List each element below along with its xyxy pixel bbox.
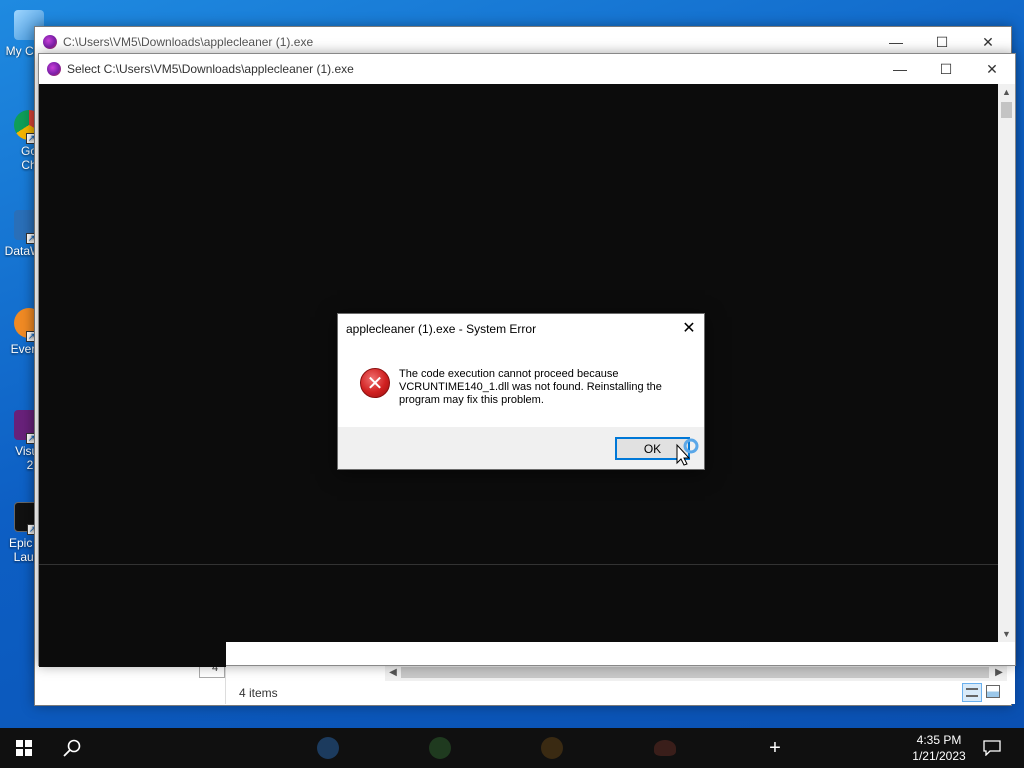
console-titlebar[interactable]: Select C:\Users\VM5\Downloads\appleclean… (39, 54, 1015, 84)
console-bottom-strip (39, 642, 226, 667)
taskbar-app-h[interactable] (313, 728, 343, 768)
error-x-icon: ✕ (360, 368, 390, 398)
app-bird-icon (654, 740, 676, 756)
scrollbar-thumb[interactable] (401, 667, 989, 678)
vertical-scrollbar[interactable]: ▲ ▼ (998, 84, 1015, 642)
taskbar-app-circle[interactable] (425, 728, 455, 768)
scroll-down-icon[interactable]: ▼ (998, 626, 1015, 642)
clock-date: 1/21/2023 (912, 749, 966, 763)
taskbar: + 4:35 PM 1/21/2023 (0, 728, 1024, 768)
status-item-count: 4 items (239, 686, 278, 700)
taskbar-clock[interactable]: 4:35 PM 1/21/2023 (905, 732, 973, 764)
large-icons-view-button[interactable] (986, 685, 1000, 698)
notification-icon (983, 740, 1001, 756)
horizontal-scrollbar[interactable]: ◀ ▶ (385, 664, 1007, 681)
scroll-right-icon[interactable]: ▶ (991, 664, 1007, 681)
windows-start-icon (16, 740, 32, 756)
dialog-close-button[interactable]: ✕ (674, 314, 704, 342)
search-icon (63, 739, 81, 757)
details-view-button[interactable] (962, 683, 982, 702)
search-button[interactable] (48, 728, 96, 768)
desktop-icon-label: Ever (10, 342, 36, 356)
taskbar-app-bird[interactable] (650, 728, 680, 768)
taskbar-new-button[interactable]: + (760, 728, 790, 768)
dialog-title: applecleaner (1).exe - System Error (346, 322, 537, 336)
apple-app-icon (43, 35, 57, 49)
dialog-message: The code execution cannot proceed becaus… (399, 368, 662, 406)
dialog-footer: OK (338, 427, 704, 469)
app-circle-icon (429, 737, 451, 759)
taskbar-app-a[interactable] (537, 728, 567, 768)
clock-time: 4:35 PM (916, 733, 962, 747)
app-h-icon (317, 737, 339, 759)
system-error-dialog: applecleaner (1).exe - System Error ✕ ✕ … (337, 313, 705, 470)
start-button[interactable] (0, 728, 48, 768)
scroll-left-icon[interactable]: ◀ (385, 664, 401, 681)
maximize-button[interactable]: ☐ (923, 54, 969, 84)
apple-app-icon (47, 62, 61, 76)
details-view-icon (966, 688, 978, 697)
busy-cursor-icon (676, 438, 699, 466)
scrollbar-thumb[interactable] (1001, 102, 1012, 118)
close-button[interactable]: ✕ (969, 54, 1015, 84)
action-center-button[interactable] (978, 728, 1006, 768)
app-a-icon (541, 737, 563, 759)
minimize-button[interactable]: — (877, 54, 923, 84)
console-divider (39, 564, 998, 565)
scroll-up-icon[interactable]: ▲ (998, 84, 1015, 100)
back-window-title: C:\Users\VM5\Downloads\applecleaner (1).… (63, 35, 314, 49)
console-window-title: Select C:\Users\VM5\Downloads\appleclean… (67, 62, 354, 76)
